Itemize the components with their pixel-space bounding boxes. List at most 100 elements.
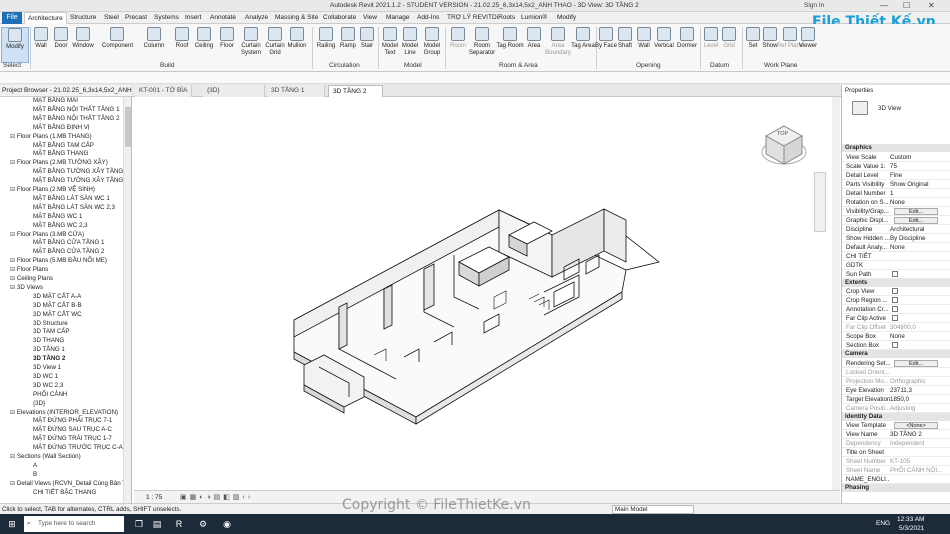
browser-item[interactable]: MẶT BẰNG LÁT SÀN WC 2,3 [33,204,115,212]
file-explorer-icon[interactable]: ▤ [150,517,164,531]
settings-icon[interactable]: ⚙ [196,517,210,531]
property-value[interactable]: Fine [890,171,945,179]
view-scale[interactable]: 1 : 75 [146,494,162,501]
minimize-icon[interactable]: — [880,1,888,10]
browser-item[interactable]: 3D TẦNG 2 [33,355,65,363]
section-identity-data[interactable]: Identity Data [842,412,950,421]
browser-item[interactable]: MẶT ĐỨNG TRÁI TRỤC 1-7 [33,435,112,443]
browser-item[interactable]: MẶT BẰNG ĐỊNH VỊ [33,124,90,132]
column-button[interactable]: Column [140,27,168,50]
browser-item[interactable]: 3D MẶT CẮT WC [33,311,82,319]
browser-item[interactable]: 3D View 1 [33,364,61,372]
mullion-button[interactable]: Mullion [283,27,311,50]
view-cube[interactable]: TOP [760,122,808,170]
close-icon[interactable]: ✕ [928,1,935,10]
browser-item[interactable]: 3D WC 1 [33,373,58,381]
browser-item[interactable]: MẶT BẰNG LÁT SÀN WC 1 [33,195,110,203]
menu-precast[interactable]: Precast [125,14,147,21]
windows-start-icon[interactable]: ⊞ [5,517,19,531]
browser-item[interactable]: 3D MẶT CẮT B-B [33,302,82,310]
browser-item[interactable]: MẶT ĐỨNG PHẢI TRỤC 7-1 [33,417,112,425]
model-group-button[interactable]: Model Group [418,27,446,57]
tab-3d-tang-1[interactable]: 3D TẦNG 1 [267,85,325,97]
modify-button[interactable]: Modify [1,27,29,63]
menu-structure[interactable]: Structure [70,14,96,21]
browser-item[interactable]: 3D MẶT CẮT A-A [33,293,81,301]
browser-item[interactable]: CHI TIẾT BẬC THANG [33,489,96,497]
checkbox[interactable] [892,297,898,303]
browser-category[interactable]: Sections (Wall Section) [10,453,81,461]
browser-category[interactable]: Floor Plans (2.MB VỆ SINH) [10,186,95,194]
clock-date[interactable]: 5/3/2021 [899,525,924,532]
menu-file[interactable]: File [2,12,22,24]
property-value[interactable]: Architectural [890,225,945,233]
menu-massing[interactable]: Massing & Site [275,14,318,21]
property-value[interactable]: 75 [890,162,945,170]
property-value[interactable]: None [890,198,945,206]
browser-category[interactable]: Floor Plans (5.MB ĐẦU NỐI ME) [10,257,107,265]
checkbox[interactable] [892,315,898,321]
property-value[interactable]: KT-105 [890,457,945,465]
property-value[interactable]: PHỐI CẢNH NỘI... [890,466,945,474]
browser-item[interactable]: {3D} [33,400,45,408]
edit-button[interactable]: Edit... [894,359,938,367]
sign-in-link[interactable]: Sign In [804,2,824,9]
browser-item[interactable]: MẶT BẰNG MÁI [33,97,78,105]
model-selector[interactable]: Main Model [612,505,694,514]
menu-architecture[interactable]: Architecture [24,12,67,24]
navigation-bar[interactable] [814,172,826,232]
property-value[interactable]: Independent [890,439,945,447]
section-graphics[interactable]: Graphics [842,144,950,152]
browser-item[interactable]: 3D THANG [33,337,64,345]
property-value[interactable]: Custom [890,153,945,161]
app-icon[interactable]: ◉ [220,517,234,531]
window-button[interactable]: Window [69,27,97,50]
property-value[interactable]: 3D TẦNG 2 [890,430,945,438]
viewer-button[interactable]: Viewer [794,27,822,50]
project-browser-scrollbar[interactable] [123,97,131,503]
browser-category[interactable]: Elevations (INTERIOR_ELEVATION) [10,409,118,417]
browser-item[interactable]: 3D WC 2,3 [33,382,63,390]
menu-addins[interactable]: Add-Ins [417,14,439,21]
menu-insert[interactable]: Insert [185,14,201,21]
task-view-icon[interactable]: ❐ [132,517,146,531]
property-value[interactable]: None [890,332,945,340]
property-value[interactable]: 304800,0 [890,323,945,331]
browser-item[interactable]: MẶT BẰNG TƯỜNG XÂY TẦNG 2 [33,177,128,185]
menu-analyze[interactable]: Analyze [245,14,268,21]
menu-manage[interactable]: Manage [386,14,410,21]
menu-steel[interactable]: Steel [104,14,119,21]
browser-category[interactable]: Detail Views (RCVN_Detail Cùng Bản Vẽ) [10,480,131,488]
edit-button[interactable]: <None> [894,422,938,429]
view-control-icons[interactable]: ▣▦◐◑▤◧▨‹› [180,493,253,501]
browser-item[interactable]: MẶT ĐỨNG SAU TRỤC A-C [33,426,112,434]
browser-item[interactable]: A [33,462,37,470]
menu-collaborate[interactable]: Collaborate [323,14,356,21]
property-value[interactable]: By Discipline [890,234,945,242]
menu-view[interactable]: View [363,14,377,21]
revit-icon[interactable]: R [172,517,186,531]
checkbox[interactable] [892,270,898,277]
browser-item[interactable]: 3D Structure [33,320,68,328]
menu-tro-ly-revit[interactable]: TRỢ LÝ REVIT [447,14,492,21]
browser-item[interactable]: 3D TẦNG 1 [33,346,65,354]
tab-3d-tang-2[interactable]: 3D TẦNG 2 [328,85,383,97]
browser-item[interactable]: PHỐI CẢNH [33,391,67,399]
language-indicator[interactable]: ENG [876,520,890,527]
property-value[interactable]: 1850,0 [890,395,945,403]
browser-item[interactable]: MẶT BẰNG TƯỜNG XÂY TẦNG 1 [33,168,128,176]
browser-category[interactable]: Floor Plans (1.MB THANG) [10,133,92,141]
browser-item[interactable]: B [33,471,37,479]
browser-category[interactable]: 3D Views [10,284,43,292]
browser-category[interactable]: Floor Plans [10,266,48,274]
clock-time[interactable]: 12:33 AM [897,516,924,523]
browser-category[interactable]: Ceiling Plans [10,275,53,283]
browser-category[interactable]: Floor Plans (3.MB CỬA) [10,231,84,239]
component-button[interactable]: Component [102,27,133,50]
menu-modify[interactable]: Modify [557,14,576,21]
property-value[interactable]: Orthographic [890,377,945,385]
section-extents[interactable]: Extents [842,278,950,287]
menu-diroots[interactable]: DiRoots [492,14,515,21]
edit-button[interactable]: Edit... [894,207,938,215]
menu-lumion[interactable]: Lumion® [521,14,547,21]
